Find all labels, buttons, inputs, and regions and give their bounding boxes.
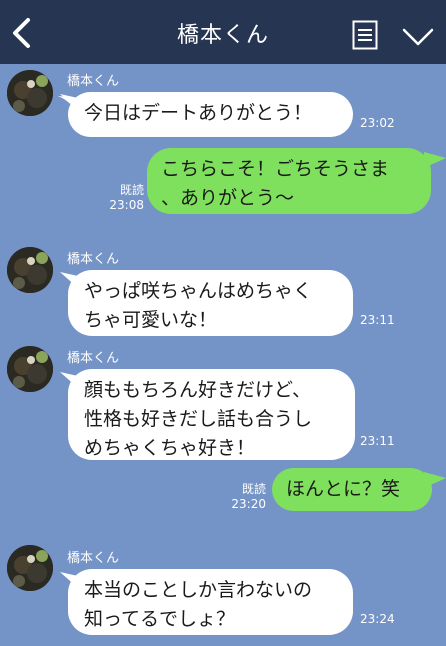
read-receipt: 既読 23:08 — [100, 183, 144, 213]
sender-name: 橋本くん — [67, 351, 120, 366]
incoming-message-bubble[interactable]: 本当のことしか言わないの 知ってるでしょ？ — [68, 569, 353, 635]
outgoing-message-bubble[interactable]: ほんとに？笑 — [272, 468, 432, 511]
message-time: 23:08 — [109, 198, 144, 212]
incoming-message-bubble[interactable]: 今日はデートありがとう！ — [68, 92, 353, 137]
read-receipt: 既読 23:20 — [222, 482, 266, 512]
message-time: 23:11 — [360, 313, 395, 327]
avatar[interactable] — [7, 545, 53, 591]
message-time: 23:11 — [360, 434, 395, 448]
incoming-message-bubble[interactable]: 顔ももちろん好きだけど、 性格も好きだし話も合うし めちゃくちゃ好き！ — [68, 369, 355, 460]
message-time: 23:02 — [360, 116, 395, 130]
read-label: 既読 — [119, 183, 144, 197]
incoming-message-bubble[interactable]: やっぱ咲ちゃんはめちゃく ちゃ可愛いな！ — [68, 270, 353, 336]
sender-name: 橋本くん — [67, 252, 120, 267]
chat-header: 橋本くん — [0, 0, 446, 64]
message-time: 23:24 — [360, 612, 395, 626]
avatar[interactable] — [7, 247, 53, 293]
avatar[interactable] — [7, 70, 53, 116]
sender-name: 橋本くん — [67, 74, 120, 89]
avatar[interactable] — [7, 346, 53, 392]
outgoing-message-bubble[interactable]: こちらこそ！ごちそうさま 、ありがとう〜 — [147, 148, 431, 214]
read-label: 既読 — [241, 482, 266, 496]
notes-icon[interactable] — [352, 20, 378, 50]
chevron-down-icon[interactable] — [402, 26, 434, 48]
chat-title: 橋本くん — [176, 23, 269, 48]
sender-name: 橋本くん — [67, 551, 120, 566]
message-time: 23:20 — [231, 497, 266, 511]
